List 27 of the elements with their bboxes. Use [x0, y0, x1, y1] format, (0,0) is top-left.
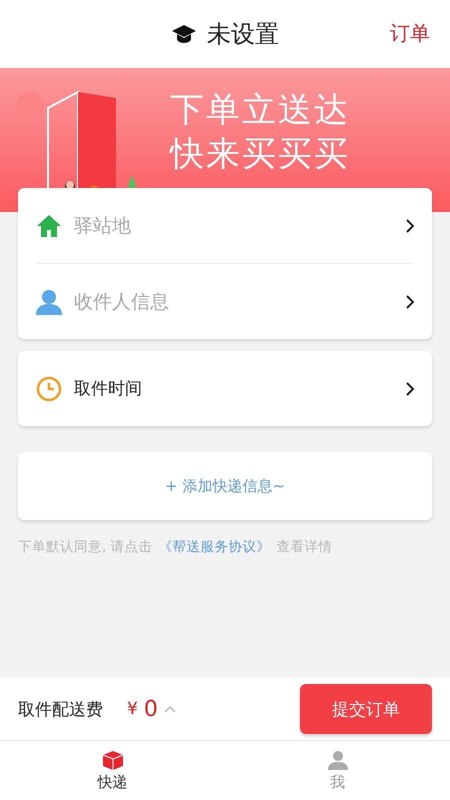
agreement-details-text: 查看详情 — [276, 538, 333, 556]
agreement-text: 下单默认同意, 请点击 — [18, 538, 153, 556]
fee-amount: 0 — [144, 696, 158, 722]
clock-icon — [36, 376, 62, 402]
page-title: 未设置 — [207, 19, 279, 50]
banner-slogan: 下单立送达 — [170, 89, 350, 132]
chevron-right-icon — [406, 294, 414, 308]
add-express-button[interactable]: + 添加快递信息~ — [18, 452, 432, 520]
person-icon — [36, 288, 62, 314]
graduation-cap-icon — [171, 24, 197, 44]
person-icon — [328, 750, 348, 770]
fee-label: 取件配送费 — [18, 698, 103, 720]
currency-symbol: ¥ — [127, 699, 138, 719]
house-icon — [36, 214, 62, 238]
tab[interactable]: 我 — [225, 741, 450, 800]
agreement-link[interactable]: 《帮送服务协议》 — [158, 538, 271, 556]
submit-order-button[interactable]: 提交订单 — [300, 684, 432, 734]
tab[interactable]: 快递 — [0, 741, 225, 800]
recipient-field[interactable]: 收件人信息 — [74, 290, 394, 312]
pickup-time-label[interactable]: 取件时间 — [74, 377, 394, 400]
chevron-right-icon — [406, 382, 414, 396]
caret-up-icon[interactable] — [164, 705, 176, 713]
orders-link[interactable]: 订单 — [390, 20, 430, 47]
banner-slogan: 快来买买买 — [170, 133, 350, 176]
station-field[interactable]: 驿站地 — [74, 214, 394, 236]
box-icon — [102, 750, 124, 770]
chevron-right-icon — [406, 218, 414, 232]
